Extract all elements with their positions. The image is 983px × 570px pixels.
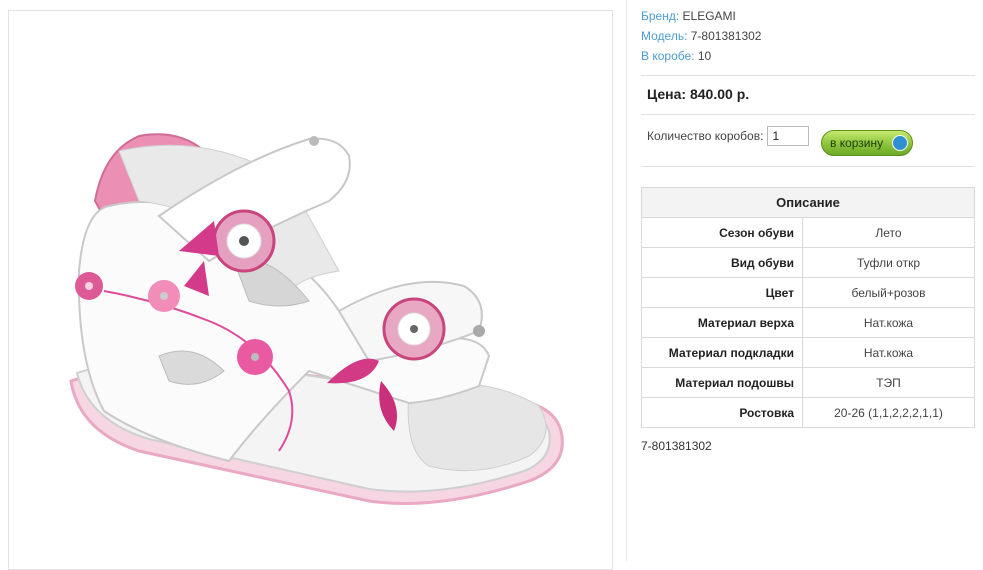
- spec-value: Лето: [802, 217, 975, 248]
- spec-key: Материал подкладки: [641, 337, 803, 368]
- box-label: В коробе:: [641, 49, 695, 63]
- table-row: Материал подошвы ТЭП: [641, 367, 975, 398]
- model-label: Модель:: [641, 29, 688, 43]
- table-row: Цвет белый+розов: [641, 277, 975, 308]
- box-value: 10: [697, 49, 712, 63]
- description-table: Описание Сезон обуви Лето Вид обуви Туфл…: [641, 187, 975, 428]
- divider-price-bottom: [641, 114, 975, 115]
- spec-key: Цвет: [641, 277, 803, 308]
- add-to-cart-button[interactable]: в корзину: [821, 130, 913, 156]
- table-row: Материал верха Нат.кожа: [641, 307, 975, 338]
- product-code: 7-801381302: [641, 439, 712, 453]
- spec-key: Материал подошвы: [641, 367, 803, 398]
- spec-key: Ростовка: [641, 397, 803, 428]
- add-to-cart-label: в корзину: [830, 136, 884, 150]
- price: Цена: 840.00 р.: [647, 86, 750, 102]
- cart-icon: [892, 135, 908, 151]
- vertical-divider: [626, 0, 627, 561]
- brand-label: Бренд:: [641, 9, 680, 23]
- table-row: Материал подкладки Нат.кожа: [641, 337, 975, 368]
- brand-row: Бренд: ELEGAMI: [641, 6, 761, 26]
- spec-key: Сезон обуви: [641, 217, 803, 248]
- quantity-row: Количество коробов:: [647, 126, 810, 146]
- spec-value: 20-26 (1,1,2,2,2,1,1): [802, 397, 975, 428]
- spec-value: Туфли откр: [802, 247, 975, 278]
- sandal-illustration: [69, 133, 564, 505]
- product-image[interactable]: [8, 10, 613, 570]
- quantity-label: Количество коробов:: [647, 129, 764, 143]
- spec-value: Нат.кожа: [802, 307, 975, 338]
- divider-price-top: [641, 75, 975, 76]
- table-row: Сезон обуви Лето: [641, 217, 975, 248]
- description-header-row: Описание: [641, 187, 975, 218]
- box-row: В коробе: 10: [641, 46, 761, 66]
- divider-cart-bottom: [641, 166, 975, 167]
- brand-value: ELEGAMI: [682, 9, 736, 23]
- spec-key: Материал верха: [641, 307, 803, 338]
- product-info: Бренд: ELEGAMI Модель: 7-801381302 В кор…: [641, 6, 761, 66]
- model-value: 7-801381302: [690, 29, 762, 43]
- quantity-input[interactable]: [767, 126, 810, 146]
- description-title: Описание: [641, 187, 975, 218]
- model-row: Модель: 7-801381302: [641, 26, 761, 46]
- table-row: Ростовка 20-26 (1,1,2,2,2,1,1): [641, 397, 975, 428]
- spec-value: ТЭП: [802, 367, 975, 398]
- spec-value: Нат.кожа: [802, 337, 975, 368]
- table-row: Вид обуви Туфли откр: [641, 247, 975, 278]
- spec-key: Вид обуви: [641, 247, 803, 278]
- spec-value: белый+розов: [802, 277, 975, 308]
